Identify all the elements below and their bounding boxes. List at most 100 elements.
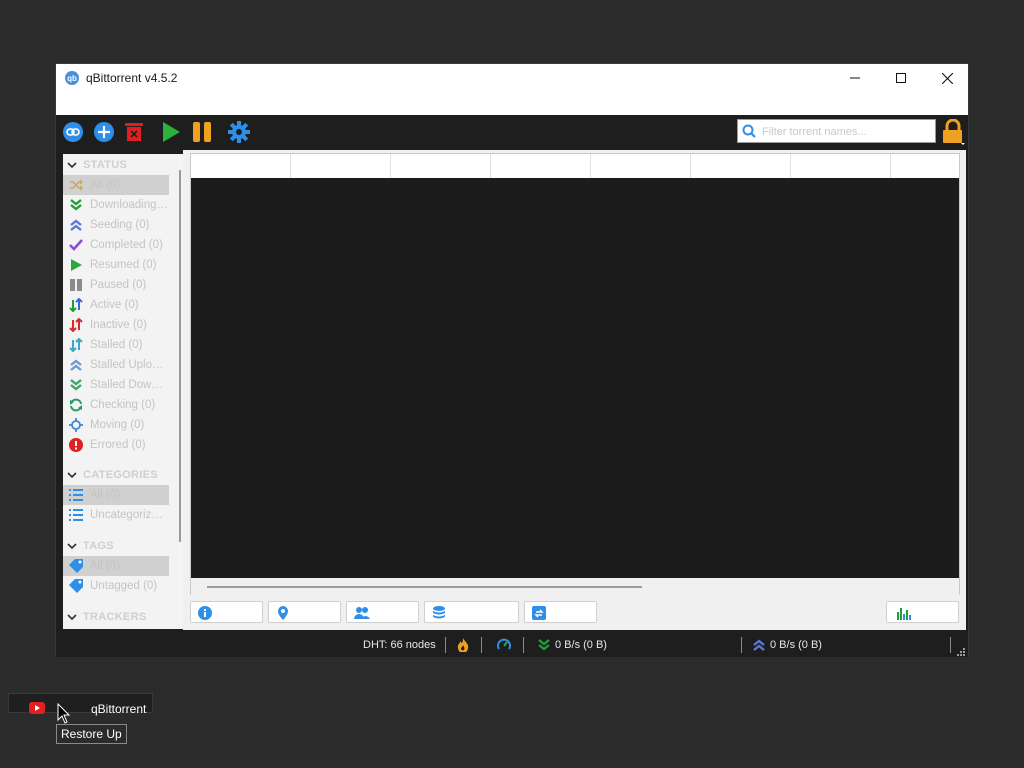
tab-content[interactable]	[524, 601, 597, 623]
options-button[interactable]	[227, 120, 251, 144]
status-bar: DHT: 66 nodes 0 B/s (0 B) 0 B/s (0 B)	[56, 633, 968, 657]
up-down-arrows-icon	[69, 338, 83, 352]
status-filter-downloading[interactable]: Downloading (0)	[63, 195, 169, 215]
column-header[interactable]	[791, 154, 891, 178]
column-header[interactable]	[491, 154, 591, 178]
search-icon	[742, 124, 756, 138]
tab-general[interactable]	[190, 601, 263, 623]
status-filter-stalled-uploading[interactable]: Stalled Uploading (0)	[63, 355, 169, 375]
upload-speed-icon	[753, 639, 765, 651]
title-bar: qb qBittorrent v4.5.2	[56, 64, 968, 115]
lock-button[interactable]	[940, 118, 966, 145]
maximize-button[interactable]	[878, 64, 924, 92]
delete-torrent-button[interactable]	[122, 120, 146, 144]
sidebar-scrollbar-thumb[interactable]	[179, 170, 181, 542]
chevron-down-icon	[67, 472, 77, 479]
tab-speed[interactable]	[886, 601, 959, 623]
divider	[481, 637, 482, 653]
chevron-down-icon	[67, 162, 77, 169]
divider	[523, 637, 524, 653]
list-icon	[69, 488, 83, 502]
status-filter-seeding[interactable]: Seeding (0)	[63, 215, 169, 235]
categories-section-header[interactable]: CATEGORIES	[63, 466, 175, 484]
dht-status: DHT: 66 nodes	[363, 639, 436, 651]
column-header[interactable]	[591, 154, 691, 178]
tab-http-sources[interactable]	[424, 601, 519, 623]
tab-trackers[interactable]	[268, 601, 341, 623]
column-header[interactable]	[891, 154, 959, 178]
status-section-header[interactable]: STATUS	[63, 156, 175, 174]
divider	[950, 637, 951, 653]
gear-icon	[228, 121, 250, 143]
up-down-arrows-icon	[69, 298, 83, 312]
double-chevron-down-icon	[69, 378, 83, 392]
speed-limit-gauge-icon[interactable]	[497, 638, 511, 652]
status-filter-errored[interactable]: Errored (0)	[63, 435, 169, 455]
status-filter-inactive[interactable]: Inactive (0)	[63, 315, 169, 335]
database-icon	[433, 606, 445, 619]
tab-peers[interactable]	[346, 601, 419, 623]
download-speed[interactable]: 0 B/s (0 B)	[555, 639, 607, 651]
column-header[interactable]	[191, 154, 291, 178]
search-input[interactable]	[760, 122, 934, 142]
status-filter-completed[interactable]: Completed (0)	[63, 235, 169, 255]
category-filter-uncategorized[interactable]: Uncategorized (0)	[63, 505, 169, 525]
torrent-list[interactable]	[190, 153, 960, 595]
resize-grip-icon[interactable]	[956, 647, 965, 656]
minimize-button[interactable]	[832, 64, 878, 92]
main-window: qb qBittorrent v4.5.2 Filter torrent nam…	[55, 63, 969, 657]
list-icon	[69, 508, 83, 522]
close-button[interactable]	[924, 64, 970, 92]
add-torrent-link-button[interactable]	[61, 120, 85, 144]
app-logo-icon: qb	[65, 71, 79, 85]
tag-filter-all[interactable]: All (0)	[63, 556, 169, 576]
mouse-cursor-icon	[57, 703, 71, 724]
resume-button[interactable]	[159, 120, 183, 144]
double-chevron-up-icon	[69, 218, 83, 232]
double-chevron-up-icon	[69, 358, 83, 372]
status-filter-paused[interactable]: Paused (0)	[63, 275, 169, 295]
pause-button[interactable]	[190, 120, 214, 144]
chevron-down-icon	[67, 543, 77, 550]
upload-speed[interactable]: 0 B/s (0 B)	[770, 639, 822, 651]
play-icon	[163, 122, 180, 142]
status-filter-active[interactable]: Active (0)	[63, 295, 169, 315]
status-filter-checking[interactable]: Checking (0)	[63, 395, 169, 415]
status-filter-resumed[interactable]: Resumed (0)	[63, 255, 169, 275]
minimize-icon	[850, 77, 860, 79]
trackers-section-header[interactable]: TRACKERS	[63, 608, 175, 626]
pause-icon	[193, 122, 211, 142]
add-torrent-file-button[interactable]	[92, 120, 116, 144]
status-filter-moving[interactable]: Moving (0)	[63, 415, 169, 435]
tag-icon	[69, 559, 83, 573]
up-down-arrows-icon	[69, 318, 83, 332]
bar-chart-icon	[897, 608, 911, 620]
column-header-row	[191, 154, 959, 178]
link-icon	[63, 122, 83, 142]
status-filter-stalled[interactable]: Stalled (0)	[63, 335, 169, 355]
tooltip: Restore Up	[56, 724, 127, 744]
column-header[interactable]	[691, 154, 791, 178]
tag-icon	[69, 579, 83, 593]
refresh-icon	[69, 398, 83, 412]
shuffle-icon	[69, 178, 83, 192]
tags-section-header[interactable]: TAGS	[63, 537, 175, 555]
column-header[interactable]	[291, 154, 391, 178]
close-icon	[941, 72, 953, 84]
divider	[445, 637, 446, 653]
tag-filter-untagged[interactable]: Untagged (0)	[63, 576, 169, 596]
horizontal-scrollbar-thumb[interactable]	[207, 586, 642, 588]
window-title: qBittorrent v4.5.2	[86, 71, 178, 85]
double-chevron-down-icon	[69, 198, 83, 212]
pause-icon	[69, 278, 83, 292]
divider	[741, 637, 742, 653]
column-header[interactable]	[391, 154, 491, 178]
firewall-flame-icon[interactable]	[457, 638, 469, 652]
taskbar-app-item[interactable]: qBittorrent	[8, 693, 153, 716]
status-filter-stalled-downloading[interactable]: Stalled Downloading (0)	[63, 375, 169, 395]
status-filter-all[interactable]: All (0)	[63, 175, 169, 195]
search-box[interactable]	[737, 119, 936, 143]
error-icon	[69, 438, 83, 452]
horizontal-scrollbar[interactable]	[190, 578, 960, 595]
category-filter-all[interactable]: All (0)	[63, 485, 169, 505]
